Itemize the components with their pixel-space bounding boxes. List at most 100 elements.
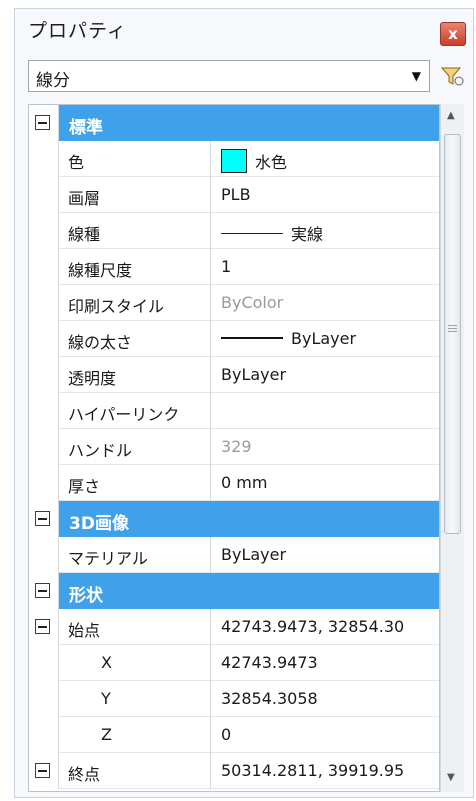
row-gutter <box>29 213 59 249</box>
vertical-scrollbar[interactable]: ▲ ▼ <box>440 104 464 792</box>
collapse-toggle[interactable] <box>29 609 59 645</box>
color-swatch <box>221 148 247 173</box>
minus-box-icon <box>35 619 50 634</box>
row-gutter <box>29 285 59 321</box>
property-value[interactable]: 実線 <box>211 213 439 249</box>
property-value[interactable]: 50314.2811, 39919.95 <box>211 753 439 789</box>
property-row-lineweight[interactable]: 線の太さ ByLayer <box>29 321 439 357</box>
row-gutter <box>29 321 59 357</box>
row-gutter <box>29 465 59 501</box>
row-gutter <box>29 393 59 429</box>
property-row-transparency[interactable]: 透明度 ByLayer <box>29 357 439 393</box>
property-name: 色 <box>59 141 211 177</box>
property-value[interactable]: 1 <box>211 249 439 285</box>
property-value[interactable]: 42743.9473 <box>211 645 439 681</box>
close-icon: x <box>448 25 458 43</box>
scroll-down-arrow-icon[interactable]: ▼ <box>447 772 455 783</box>
collapse-toggle[interactable] <box>29 573 59 609</box>
property-row-hyperlink[interactable]: ハイパーリンク <box>29 393 439 429</box>
background-drawing-area <box>0 0 14 801</box>
property-value[interactable]: 水色 <box>211 141 439 177</box>
property-value[interactable]: 0 <box>211 717 439 753</box>
property-value[interactable] <box>211 393 439 429</box>
close-button[interactable]: x <box>440 22 466 46</box>
property-value: 329 <box>211 429 439 465</box>
property-row-start-point[interactable]: 始点 42743.9473, 32854.30 <box>29 609 439 645</box>
property-name: X <box>59 645 211 681</box>
property-row-color[interactable]: 色 水色 <box>29 141 439 177</box>
linetype-value: 実線 <box>291 225 324 244</box>
collapse-toggle[interactable] <box>29 501 59 537</box>
lineweight-preview <box>221 336 283 339</box>
category-band <box>59 573 439 609</box>
collapse-toggle[interactable] <box>29 753 59 789</box>
property-grid: 標準 色 水色 画層 PLB 線種 実線 線種尺度 1 印刷スタイル ByCol… <box>28 104 440 792</box>
property-name: 線種尺度 <box>59 249 211 285</box>
quick-select-filter-icon <box>440 67 464 86</box>
chevron-down-icon: ▼ <box>411 69 421 83</box>
minus-box-icon <box>35 763 50 778</box>
property-name: 線の太さ <box>59 321 211 357</box>
object-type-value: 線分 <box>36 71 70 91</box>
property-name: 透明度 <box>59 357 211 393</box>
property-value[interactable]: 0 mm <box>211 465 439 501</box>
row-gutter <box>29 177 59 213</box>
row-gutter <box>29 429 59 465</box>
property-name: Y <box>59 681 211 717</box>
category-label: 3D画像 <box>69 514 129 534</box>
collapse-toggle[interactable] <box>29 105 59 141</box>
property-value[interactable]: ByLayer <box>211 537 439 573</box>
property-value[interactable]: 32854.3058 <box>211 681 439 717</box>
category-general[interactable]: 標準 <box>29 105 439 141</box>
property-name: 印刷スタイル <box>59 285 211 321</box>
object-type-select[interactable]: 線分 ▼ <box>28 60 430 92</box>
quick-select-button[interactable] <box>438 64 466 88</box>
category-geometry[interactable]: 形状 <box>29 573 439 609</box>
property-value[interactable]: ByLayer <box>211 357 439 393</box>
property-name: ハンドル <box>59 429 211 465</box>
property-value: ByColor <box>211 285 439 321</box>
minus-box-icon <box>35 115 50 130</box>
property-name: マテリアル <box>59 537 211 573</box>
property-value[interactable]: ByLayer <box>211 321 439 357</box>
row-gutter <box>29 249 59 285</box>
category-band <box>59 105 439 141</box>
grip-icon <box>448 325 457 334</box>
row-gutter <box>29 681 59 717</box>
palette-title: プロパティ <box>28 20 127 42</box>
property-row-thickness[interactable]: 厚さ 0 mm <box>29 465 439 501</box>
minus-box-icon <box>35 511 50 526</box>
property-name: 終点 <box>59 753 211 789</box>
row-gutter <box>29 537 59 573</box>
property-name: 線種 <box>59 213 211 249</box>
minus-box-icon <box>35 583 50 598</box>
property-name: Z <box>59 717 211 753</box>
row-gutter <box>29 717 59 753</box>
scrollbar-thumb[interactable] <box>444 134 461 534</box>
property-name: 画層 <box>59 177 211 213</box>
property-row-plot-style[interactable]: 印刷スタイル ByColor <box>29 285 439 321</box>
property-row-end-point[interactable]: 終点 50314.2811, 39919.95 <box>29 753 439 789</box>
category-3d-visualization[interactable]: 3D画像 <box>29 501 439 537</box>
property-row-material[interactable]: マテリアル ByLayer <box>29 537 439 573</box>
property-value[interactable]: 42743.9473, 32854.30 <box>211 609 439 645</box>
property-row-linetype-scale[interactable]: 線種尺度 1 <box>29 249 439 285</box>
property-row-start-x[interactable]: X 42743.9473 <box>29 645 439 681</box>
property-row-start-y[interactable]: Y 32854.3058 <box>29 681 439 717</box>
property-row-start-z[interactable]: Z 0 <box>29 717 439 753</box>
property-name: 始点 <box>59 609 211 645</box>
scroll-up-arrow-icon[interactable]: ▲ <box>447 110 455 121</box>
row-gutter <box>29 141 59 177</box>
property-name: 厚さ <box>59 465 211 501</box>
property-name: ハイパーリンク <box>59 393 211 429</box>
linetype-preview <box>221 233 283 234</box>
category-label: 形状 <box>69 586 103 606</box>
row-gutter <box>29 645 59 681</box>
row-gutter <box>29 357 59 393</box>
category-label: 標準 <box>69 118 103 138</box>
property-row-linetype[interactable]: 線種 実線 <box>29 213 439 249</box>
property-value[interactable]: PLB <box>211 177 439 213</box>
lineweight-value: ByLayer <box>291 329 357 348</box>
property-row-layer[interactable]: 画層 PLB <box>29 177 439 213</box>
property-row-handle[interactable]: ハンドル 329 <box>29 429 439 465</box>
